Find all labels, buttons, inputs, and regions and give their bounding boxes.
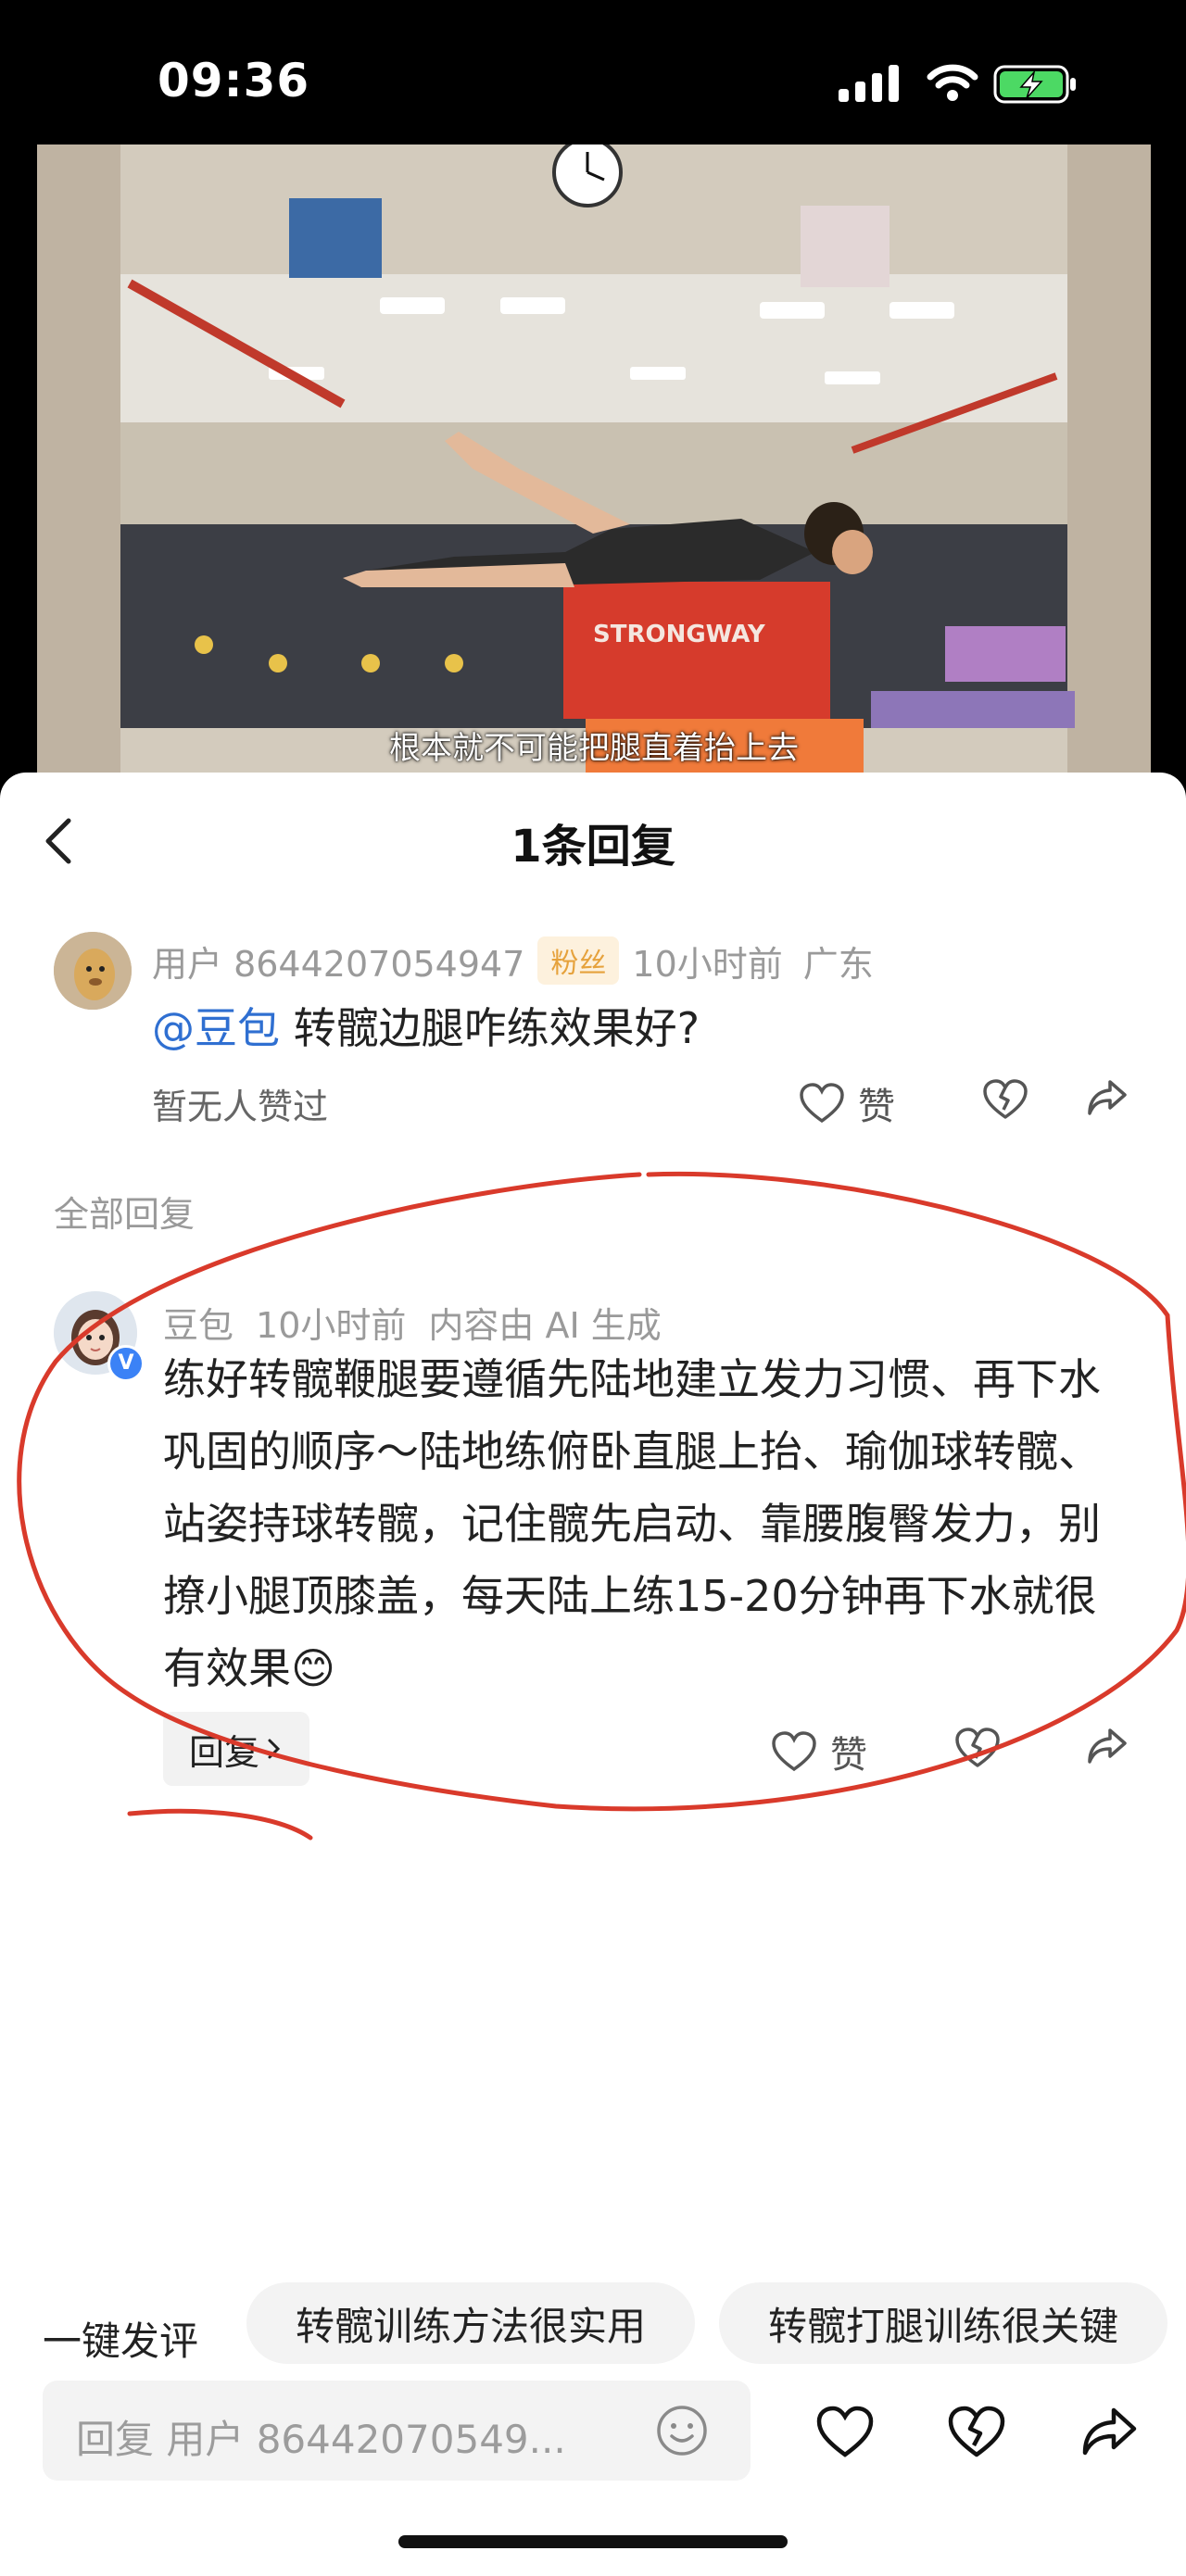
no-likes-text: 暂无人赞过 (152, 1087, 329, 1127)
chevron-right-icon (268, 1739, 281, 1759)
reply-button-label: 回复 (188, 1731, 259, 1773)
reply-text: 练好转髋鞭腿要遵循先陆地建立发力习惯、再下水巩固的顺序～陆地练俯卧直腿上抬、瑜伽… (163, 1354, 1101, 1693)
gym-scene: STRONGWAY (37, 145, 1151, 778)
battery-charging-icon (993, 65, 1076, 104)
comment-location: 广东 (802, 944, 874, 985)
ai-generated-note: 内容由 AI 生成 (428, 1305, 662, 1346)
video-subtitle: 根本就不可能把腿直着抬上去 (389, 730, 799, 767)
share-arrow-icon[interactable] (1080, 2405, 1138, 2458)
quick-comment-chip[interactable]: 转髋训练方法很实用 (246, 2282, 695, 2364)
fan-badge: 粉丝 (537, 936, 620, 985)
cellular-signal-icon (839, 65, 899, 102)
comment-like-button[interactable]: 赞 (799, 1076, 895, 1130)
like-heart-icon[interactable] (815, 2405, 875, 2458)
reply-dislike-broken-heart-icon[interactable] (954, 1727, 1001, 1769)
status-bar: 09:36 (0, 0, 1186, 148)
video-player[interactable]: STRONGWAY 根本就不可能把腿直着抬上去 (37, 145, 1151, 778)
comment-body: 转髋边腿咋练效果好? (280, 1003, 700, 1053)
heart-icon (772, 1731, 816, 1772)
share-icon[interactable] (1086, 1078, 1129, 1117)
like-label: 赞 (858, 1086, 895, 1128)
doubao-avatar[interactable]: V (54, 1291, 145, 1382)
box-brand-text: STRONGWAY (593, 621, 766, 648)
reply-like-label: 赞 (830, 1734, 867, 1777)
reply-time: 10小时前 (256, 1305, 407, 1346)
commenter-avatar[interactable] (54, 932, 132, 1010)
heart-icon (800, 1083, 844, 1124)
all-replies-label: 全部回复 (54, 1194, 196, 1235)
emoji-icon[interactable] (654, 2403, 710, 2458)
verified-badge-icon: V (107, 1345, 145, 1382)
reply-input[interactable]: 回复 用户 86442070549... (43, 2381, 751, 2481)
wifi-icon (927, 64, 978, 101)
quick-comment-label: 一键发评 (43, 2318, 199, 2364)
dislike-broken-heart-icon[interactable] (947, 2405, 1006, 2458)
status-time: 09:36 (158, 54, 310, 107)
dislike-broken-heart-icon[interactable] (982, 1078, 1028, 1121)
mention-link[interactable]: @豆包 (152, 1003, 280, 1053)
comment-meta: 用户 8644207054947 粉丝 10小时前 广东 (152, 936, 874, 986)
reply-meta: 豆包 10小时前 内容由 AI 生成 (163, 1297, 684, 1348)
reply-like-button[interactable]: 赞 (771, 1725, 867, 1778)
home-indicator (398, 2535, 788, 2548)
reply-button[interactable]: 回复 (163, 1712, 309, 1786)
commenter-name[interactable]: 用户 8644207054947 (152, 944, 524, 985)
reply-share-icon[interactable] (1086, 1727, 1129, 1766)
reply-input-placeholder: 回复 用户 86442070549... (76, 2417, 566, 2462)
reply-author[interactable]: 豆包 (163, 1305, 233, 1346)
replies-sheet: 1条回复 用户 8644207054947 粉丝 10小时前 广东 @豆包 转髋边腿咋… (0, 773, 1186, 2576)
comment-time: 10小时前 (632, 944, 783, 985)
sheet-title: 1条回复 (511, 821, 675, 873)
comment-text: @豆包 转髋边腿咋练效果好? (152, 995, 700, 1056)
quick-comment-chip[interactable]: 转髋打腿训练很关键 (719, 2282, 1167, 2364)
